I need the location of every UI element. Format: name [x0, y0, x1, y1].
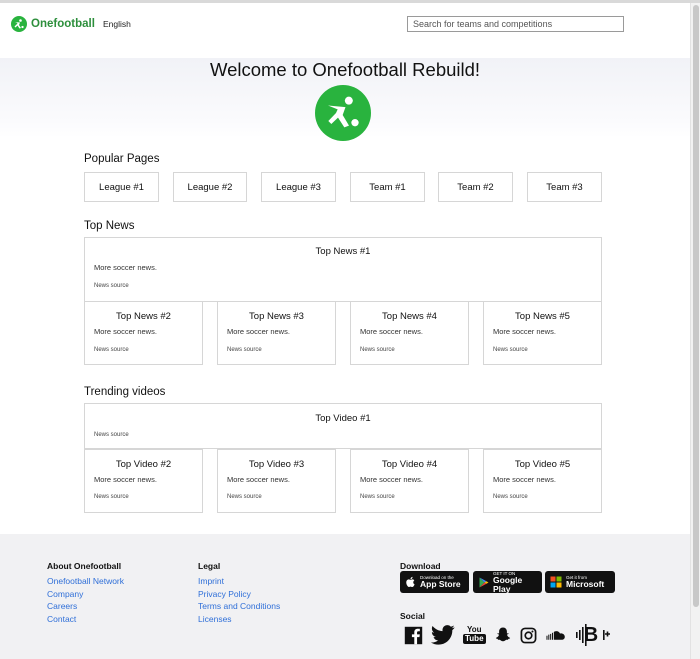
footer-link[interactable]: Onefootball Network	[47, 575, 124, 588]
footer-link[interactable]: Imprint	[198, 575, 280, 588]
footer-link[interactable]: Contact	[47, 613, 124, 626]
news-description: More soccer news.	[493, 327, 556, 336]
video-title: Top Video #2	[115, 459, 172, 470]
microsoft-store-badge[interactable]: Get it from Microsoft	[545, 571, 615, 593]
microsoft-big-text: Microsoft	[566, 579, 605, 589]
brand-link[interactable]: Onefootball	[11, 16, 95, 32]
footer-link[interactable]: Privacy Policy	[198, 588, 280, 601]
popular-page-link[interactable]: Team #3	[527, 172, 602, 202]
video-source: News source	[227, 494, 262, 500]
news-description: More soccer news.	[360, 327, 423, 336]
popular-page-link[interactable]: League #1	[84, 172, 159, 202]
video-title: Top Video #4	[381, 459, 438, 470]
news-title: Top News #1	[315, 246, 371, 257]
top-news-heading: Top News	[84, 220, 135, 232]
video-description: More soccer news.	[94, 475, 157, 484]
language-selector[interactable]: English	[103, 19, 131, 29]
hero-logo-icon	[315, 85, 371, 141]
video-card[interactable]: Top Video #4 More soccer news. News sour…	[350, 449, 469, 513]
news-title: Top News #4	[382, 311, 437, 322]
youtube-icon[interactable]: You Tube	[463, 626, 486, 644]
popular-page-link[interactable]: Team #2	[438, 172, 513, 202]
soundcloud-icon[interactable]	[545, 629, 567, 641]
news-card[interactable]: Top News #3 More soccer news. News sourc…	[217, 301, 336, 365]
video-source: News source	[94, 494, 129, 500]
video-source: News source	[360, 494, 395, 500]
apple-icon	[406, 576, 415, 588]
video-card[interactable]: Top Video #2 More soccer news. News sour…	[84, 449, 203, 513]
google-play-icon	[479, 577, 489, 587]
footer-link[interactable]: Company	[47, 588, 124, 601]
deezer-letter: B	[583, 623, 599, 646]
popular-page-link[interactable]: League #3	[261, 172, 336, 202]
facebook-icon[interactable]	[404, 626, 423, 645]
news-title: Top News #3	[249, 311, 304, 322]
footer-link[interactable]: Careers	[47, 600, 124, 613]
deezer-icon[interactable]: B	[575, 622, 611, 648]
news-card[interactable]: Top News #2 More soccer news. News sourc…	[84, 301, 203, 365]
hero-section: Welcome to Onefootball Rebuild!	[0, 58, 690, 141]
footer-link[interactable]: Licenses	[198, 613, 280, 626]
news-description: More soccer news.	[94, 263, 157, 272]
onefootball-logo-icon	[11, 16, 27, 32]
featured-video-card[interactable]: Top Video #1 News source	[84, 403, 602, 449]
footer-legal-heading: Legal	[198, 561, 221, 571]
video-description: More soccer news.	[227, 475, 290, 484]
brand-name: Onefootball	[31, 18, 95, 30]
vertical-scrollbar[interactable]	[690, 3, 700, 659]
google-play-big-text: Google Play	[492, 574, 523, 594]
social-links: You Tube B	[404, 622, 619, 648]
twitter-icon[interactable]	[431, 625, 455, 645]
news-source: News source	[227, 347, 262, 353]
video-card[interactable]: Top Video #5 More soccer news. News sour…	[483, 449, 602, 513]
footer-social-heading: Social	[400, 611, 426, 621]
news-description: More soccer news.	[94, 327, 157, 336]
video-title: Top Video #5	[514, 459, 571, 470]
windows-icon	[550, 576, 562, 588]
news-card[interactable]: Top News #5 More soccer news. News sourc…	[483, 301, 602, 365]
video-source: News source	[94, 432, 129, 438]
google-play-badge[interactable]: GET IT ON Google Play	[473, 571, 542, 593]
page-title: Welcome to Onefootball Rebuild!	[209, 59, 481, 80]
scrollbar-thumb[interactable]	[693, 5, 699, 607]
youtube-top-text: You	[467, 625, 482, 634]
footer-about-column: About Onefootball Onefootball Network Co…	[47, 561, 124, 625]
news-title: Top News #5	[515, 311, 570, 322]
video-description: More soccer news.	[360, 475, 423, 484]
video-description: More soccer news.	[493, 475, 556, 484]
popular-page-link[interactable]: Team #1	[350, 172, 425, 202]
footer-legal-column: Legal Imprint Privacy Policy Terms and C…	[198, 561, 280, 625]
snapchat-icon[interactable]	[494, 626, 512, 644]
footer-download-heading: Download	[400, 561, 441, 571]
video-title: Top Video #1	[315, 413, 371, 424]
youtube-bottom-text: Tube	[463, 634, 486, 644]
popular-pages-heading: Popular Pages	[84, 153, 160, 165]
app-store-big-text: App Store	[420, 579, 461, 589]
news-title: Top News #2	[116, 311, 171, 322]
video-title: Top Video #3	[248, 459, 305, 470]
featured-news-card[interactable]: Top News #1 More soccer news. News sourc…	[84, 237, 602, 302]
news-description: More soccer news.	[227, 327, 290, 336]
app-store-badge[interactable]: Download on the App Store	[400, 571, 469, 593]
video-card[interactable]: Top Video #3 More soccer news. News sour…	[217, 449, 336, 513]
site-footer: About Onefootball Onefootball Network Co…	[0, 534, 690, 659]
trending-videos-heading: Trending videos	[84, 386, 166, 398]
news-source: News source	[360, 347, 395, 353]
footer-link[interactable]: Terms and Conditions	[198, 600, 280, 613]
news-source: News source	[493, 347, 528, 353]
search-input[interactable]	[407, 16, 624, 32]
news-card[interactable]: Top News #4 More soccer news. News sourc…	[350, 301, 469, 365]
news-source: News source	[94, 283, 129, 289]
news-source: News source	[94, 347, 129, 353]
page-viewport: Onefootball English Welcome to Onefootba…	[0, 3, 690, 659]
top-navigation: Onefootball English	[0, 3, 690, 58]
instagram-icon[interactable]	[520, 627, 537, 644]
footer-about-heading: About Onefootball	[47, 561, 122, 571]
popular-page-link[interactable]: League #2	[173, 172, 247, 202]
video-source: News source	[493, 494, 528, 500]
